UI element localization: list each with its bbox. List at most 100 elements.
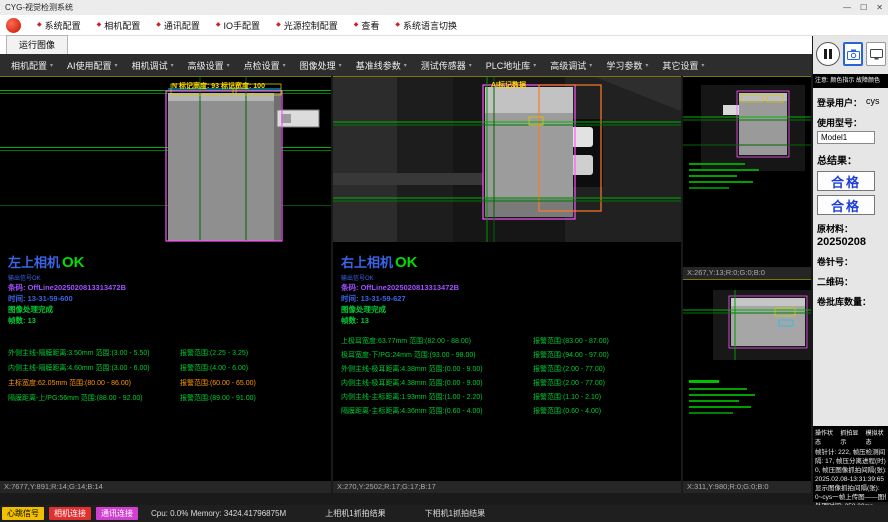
toolbar-item-camera-config[interactable]: 相机配置▾ (4, 59, 60, 72)
maximize-icon[interactable]: ☐ (860, 3, 867, 12)
menu-item-comm-config[interactable]: ◆ 通讯配置 (148, 19, 208, 32)
toolbar-item-label: 学习参数 (606, 59, 642, 72)
batch-count-label: 卷批库数量： (817, 295, 886, 308)
toolbar-item-ai-usage-config[interactable]: AI使用配置▾ (60, 59, 125, 72)
camera2-measurements: 上极耳宽度:63.77mm 范围:(82.00 - 88.00) 报警范围:(83… (341, 336, 677, 420)
chevron-down-icon: ▾ (469, 62, 472, 69)
total-result-label: 总结果： (817, 152, 886, 167)
tabbar: 运行图像 (0, 36, 812, 54)
upper-camera-capture-link[interactable]: 上相机1抓拍结果 (325, 508, 385, 519)
control-buttons (816, 42, 886, 66)
window-title: CYG-视觉检测系统 (5, 2, 73, 13)
menu-bullet-icon: ◆ (395, 22, 400, 28)
model-label: 使用型号： (817, 116, 886, 129)
window-controls: — ☐ ✕ (843, 3, 883, 12)
pause-button[interactable] (816, 42, 840, 66)
toolbar-item-label: 高级调试 (550, 59, 586, 72)
status-header-item: 模拟状态 (866, 428, 886, 446)
status-header: 操作状态 抓拍显示 模拟状态 (815, 428, 886, 446)
menu-item-label: 相机配置 (104, 19, 140, 32)
lower-camera-capture-link[interactable]: 下相机1抓拍结果 (425, 508, 485, 519)
toolbar-item-plc-address[interactable]: PLC地址库▾ (479, 59, 544, 72)
camera1-pane: N 标记高度: 93 标记宽度: 100 左上相机OK 输出信号OK 条码: O… (0, 76, 331, 493)
measurement-value: 内侧主线-极耳距离:4.38mm 范围:(0.00 - 9.00) (341, 380, 483, 387)
menubar: ◆ 系统配置 ◆ 相机配置 ◆ 通讯配置 ◆ IO手配置 ◆ 光源控制配置 ◆ … (0, 15, 888, 36)
preview1-viewport[interactable] (683, 76, 811, 267)
preview1-pane: X:267,Y:13;R:0;G:0;B:0 (683, 76, 811, 279)
measurement-value: 上极耳宽度:63.77mm 范围:(82.00 - 88.00) (341, 338, 471, 345)
app-window: CYG-视觉检测系统 — ☐ ✕ ◆ 系统配置 ◆ 相机配置 ◆ 通讯配置 ◆ … (0, 0, 888, 522)
toolbar-item-label: 图像处理 (300, 59, 336, 72)
menu-item-label: 系统配置 (45, 19, 81, 32)
toolbar-item-baseline-params[interactable]: 基准线参数▾ (349, 59, 414, 72)
measurement-value: 主标宽度:62.05mm 范围:(80.00 - 86.00) (8, 380, 131, 387)
camera2-output-signal: 输出信号OK (341, 273, 677, 282)
menu-item-system-config[interactable]: ◆ 系统配置 (29, 19, 89, 32)
toolbar-item-advanced-settings[interactable]: 高级设置▾ (181, 59, 237, 72)
status-header-item: 抓拍显示 (840, 428, 860, 446)
measurement-value: 内侧主线-隔膜距离:4.60mm 范围:(3.00 - 6.00) (8, 365, 150, 372)
measurement-value: 内侧主线-主标距离:1.93mm 范围:(1.00 - 2.20) (341, 394, 483, 401)
close-icon[interactable]: ✕ (876, 3, 883, 12)
preview2-pane: X:311,Y:980;R:0;G:0;B:0 (683, 279, 811, 493)
status-line: 隔: 17, 帧压分离进程(时): (815, 457, 886, 466)
toolbar-item-image-processing[interactable]: 图像处理▾ (293, 59, 349, 72)
login-user-label: 登录用户： (817, 96, 862, 109)
camera1-process-status: 图像处理完成 (8, 304, 327, 315)
status-header-item: 操作状态 (815, 428, 835, 446)
menu-item-language-switch[interactable]: ◆ 系统语言切换 (387, 19, 465, 32)
camera-capture-button[interactable] (843, 42, 863, 66)
camera2-viewport[interactable]: AI标记数据 (333, 76, 681, 241)
toolbar-item-label: AI使用配置 (67, 59, 112, 72)
alarm-range: 报警范围:(2.00 - 77.00) (533, 364, 605, 374)
menu-bullet-icon: ◆ (156, 22, 161, 28)
material-label: 原材料： (817, 222, 886, 235)
menu-item-io-config[interactable]: ◆ IO手配置 (208, 19, 268, 32)
alarm-range: 报警范围:(60.00 - 65.00) (180, 378, 256, 388)
camera2-pane: AI标记数据 右上相机OK 输出信号OK 条码: OffLine20250208… (333, 76, 681, 493)
chevron-down-icon: ▾ (115, 62, 118, 69)
cpu-memory-readout: Cpu: 0.0% Memory: 3424.41796875M (151, 509, 286, 518)
menu-item-light-control-config[interactable]: ◆ 光源控制配置 (268, 19, 346, 32)
camera2-overlay-label: AI标记数据 (491, 80, 526, 90)
alarm-range: 报警范围:(1.10 - 2.10) (533, 392, 601, 402)
toolbar-item-label: 点检设置 (244, 59, 280, 72)
camera1-viewport[interactable]: N 标记高度: 93 标记宽度: 100 (0, 76, 331, 241)
alarm-range: 报警范围:(4.00 - 6.00) (180, 363, 248, 373)
login-user-value: cys (866, 96, 880, 109)
toolbar-item-learning-params[interactable]: 学习参数▾ (599, 59, 655, 72)
measurement-row: 外侧主线-极耳距离:4.38mm 范围:(0.00 - 9.00) 报警范围:(2… (341, 364, 677, 378)
tab-run-image[interactable]: 运行图像 (6, 35, 68, 54)
minimize-icon[interactable]: — (843, 3, 851, 12)
preview2-pixel-readout: X:311,Y:980;R:0;G:0;B:0 (683, 481, 811, 493)
menu-item-camera-config[interactable]: ◆ 相机配置 (89, 19, 149, 32)
menu-item-label: 光源控制配置 (284, 19, 338, 32)
toolbar-item-other-settings[interactable]: 其它设置▾ (655, 59, 711, 72)
measurement-value: 隔膜距离-上/PG:56mm 范围:(88.00 - 92.00) (8, 395, 143, 402)
measurement-value: 极耳宽度-下/PG:24mm 范围:(93.00 - 98.00) (341, 352, 476, 359)
monitor-icon (870, 49, 883, 60)
info-fields: 登录用户： cys 使用型号： Model1 总结果： 合格 合格 原材料： 2… (817, 92, 886, 308)
runtime-status-block: 操作状态 抓拍显示 模拟状态 帧针计: 222, 帧压检测间 隔: 17, 帧压… (813, 426, 888, 502)
camera2-result-ok: OK (395, 254, 418, 271)
alarm-range: 报警范围:(83.00 - 87.00) (533, 336, 609, 346)
measurement-value: 外侧主线-隔膜距离:3.50mm 范围:(3.00 - 5.50) (8, 350, 150, 357)
preview2-viewport[interactable] (683, 279, 811, 481)
measurement-row: 内侧主线-主标距离:1.93mm 范围:(1.00 - 2.20) 报警范围:(1… (341, 392, 677, 406)
toolbar-item-camera-debug[interactable]: 相机调试▾ (125, 59, 181, 72)
statusbar: 心跳信号 相机连接 通讯连接 Cpu: 0.0% Memory: 3424.41… (0, 505, 888, 522)
toolbar-item-advanced-debug[interactable]: 高级调试▾ (543, 59, 599, 72)
chevron-down-icon: ▾ (171, 62, 174, 69)
measurement-value: 外侧主线-极耳距离:4.38mm 范围:(0.00 - 9.00) (341, 366, 483, 373)
toolbar-item-label: 高级设置 (188, 59, 224, 72)
camera2-name: 右上相机 (341, 255, 393, 270)
result-box-1: 合格 (817, 171, 875, 191)
toolbar-item-spot-check[interactable]: 点检设置▾ (237, 59, 293, 72)
monitor-view-button[interactable] (866, 42, 886, 66)
menu-item-view[interactable]: ◆ 查看 (346, 19, 388, 32)
camera1-time: 时间: 13-31-59-600 (8, 293, 327, 304)
needle-label: 卷针号： (817, 255, 886, 268)
camera1-result-block: 左上相机OK 输出信号OK 条码: OffLine202502081331347… (8, 252, 327, 408)
camera1-output-signal: 输出信号OK (8, 273, 327, 282)
toolbar-item-test-sensor[interactable]: 测试传感器▾ (414, 59, 479, 72)
